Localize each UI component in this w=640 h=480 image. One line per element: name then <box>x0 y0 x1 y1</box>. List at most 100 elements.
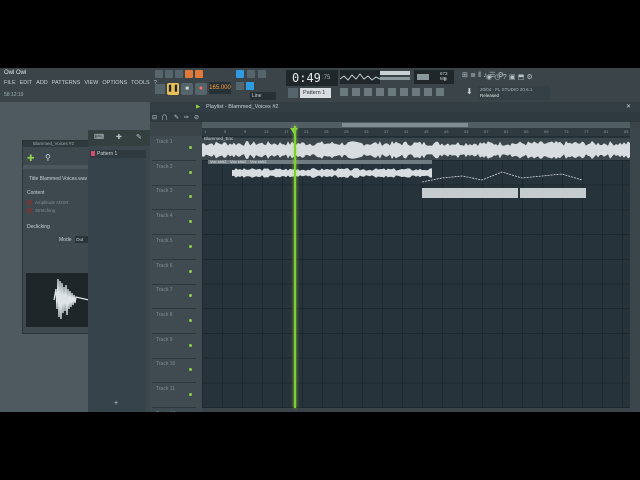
magnify-icon[interactable]: ⚲ <box>45 153 51 162</box>
track-header[interactable]: Track 10 <box>152 358 196 384</box>
stretch-checkbox[interactable] <box>27 208 32 213</box>
sample-filename[interactable]: Title Blammed Voices.wav <box>29 176 87 182</box>
channel-window-title[interactable]: Blammed_Voices #2 <box>23 141 89 147</box>
cpu-icon[interactable]: ◉ <box>486 73 492 81</box>
scrollbar-handle[interactable] <box>342 123 468 127</box>
time-display-box[interactable]: 0:49 :75 <box>286 70 338 86</box>
playlist-grid[interactable]: Blammed_Enc Voc sh#2 · Voc sh#2 · Voc sh… <box>202 126 630 408</box>
tool-draw-icon[interactable] <box>340 88 348 96</box>
audio-clip[interactable]: Blammed_Enc <box>202 136 630 160</box>
typing-keyboard-icon[interactable] <box>236 70 244 78</box>
tool-playback-icon[interactable] <box>436 88 444 96</box>
step-edit-icon[interactable] <box>247 70 255 78</box>
time-ruler[interactable]: 1 5 9 13 17 21 25 29 33 37 41 45 49 53 57 61 65 69 73 77 81 8… <box>202 128 630 136</box>
paint-tool-icon[interactable]: ✑ <box>184 114 189 121</box>
tempo-display[interactable]: 165.000 <box>209 82 231 94</box>
track-enable-led[interactable] <box>189 170 192 174</box>
playlist-arrow-icon[interactable]: ▶ <box>196 104 200 110</box>
track-enable-led[interactable] <box>189 294 192 298</box>
menu-edit[interactable]: EDIT <box>20 80 33 86</box>
metronome-icon[interactable] <box>175 70 183 78</box>
track-enable-led[interactable] <box>189 318 192 322</box>
menu-add[interactable]: ADD <box>36 80 48 86</box>
song-mode-icon[interactable] <box>155 70 163 78</box>
track-enable-led[interactable] <box>189 220 192 224</box>
picker-add-button[interactable]: + <box>114 400 118 407</box>
close-icon[interactable]: ✕ <box>626 103 631 110</box>
master-pitch-slider[interactable] <box>380 77 410 80</box>
tempo-tap-icon[interactable]: ◷ <box>494 73 500 81</box>
help-icon[interactable]: ? <box>503 74 507 81</box>
pattern-mode-icon[interactable] <box>165 70 173 78</box>
track-header[interactable]: Track 2 <box>152 161 196 186</box>
tool-select-icon[interactable] <box>412 88 420 96</box>
menu-file[interactable]: FILE <box>4 80 16 86</box>
track-enable-led[interactable] <box>189 195 192 199</box>
menu-tools[interactable]: TOOLS <box>131 80 150 86</box>
play-button[interactable]: ❚❚ <box>167 83 179 95</box>
playlist-window[interactable]: ▶ Playlist - Blammed_Voices #2 ✕ ⊟ ⋂ ✎ ✑… <box>150 102 640 412</box>
master-volume-slider[interactable] <box>380 71 410 75</box>
automation-clip[interactable] <box>421 168 586 198</box>
track-enable-led[interactable] <box>189 393 192 396</box>
draw-tool-icon[interactable]: ✎ <box>174 114 179 121</box>
audio-block-a[interactable] <box>422 188 518 198</box>
delete-tool-icon[interactable]: ⊘ <box>194 114 199 121</box>
track-enable-led[interactable] <box>189 368 192 372</box>
track-header[interactable]: Track 11 <box>152 383 196 408</box>
channel-settings-window[interactable]: Blammed_Voices #2 ✚ ⚲ Title Blammed Voic… <box>22 140 90 334</box>
settings-icon[interactable]: ⚙ <box>527 73 533 81</box>
menu-view[interactable]: VIEW <box>84 80 98 86</box>
countdown-icon[interactable] <box>195 70 203 78</box>
mixer-icon[interactable]: ⫴ <box>478 72 481 80</box>
track-enable-led[interactable] <box>189 343 192 347</box>
tool-mute-icon[interactable] <box>376 88 384 96</box>
piano-roll-icon[interactable]: ≣ <box>470 71 476 79</box>
track-header[interactable]: Track 8 <box>152 309 196 334</box>
pattern-song-toggle[interactable] <box>155 84 165 94</box>
picker-brush-icon[interactable]: ✎ <box>136 133 142 141</box>
track-enable-led[interactable] <box>189 146 192 149</box>
tool-slice-icon[interactable] <box>400 88 408 96</box>
menu-options[interactable]: OPTIONS <box>102 80 127 86</box>
loop-record-icon[interactable] <box>246 82 254 90</box>
playlist-icon[interactable]: ⊞ <box>462 71 468 79</box>
plugin-options-icon[interactable]: ✚ <box>27 153 35 164</box>
tool-delete-icon[interactable] <box>364 88 372 96</box>
snap-select[interactable]: Line <box>250 92 276 100</box>
track-header[interactable]: Track 9 <box>152 334 196 359</box>
record-button[interactable]: ● <box>195 83 207 95</box>
blend-notes-icon[interactable] <box>258 70 266 78</box>
playlist-menu-icon[interactable]: ⊟ <box>152 114 157 121</box>
amplitude-checkbox[interactable] <box>27 200 32 205</box>
picker-pattern-item[interactable]: Pattern 1 <box>90 150 146 158</box>
menu-patterns[interactable]: PATTERNS <box>52 80 81 86</box>
track-header[interactable]: Track 12 <box>152 408 196 412</box>
track-header[interactable]: Track 3 <box>152 185 196 211</box>
render-icon[interactable]: ⬒ <box>518 73 525 81</box>
record-mode-icon[interactable] <box>185 70 193 78</box>
track-enable-led[interactable] <box>189 269 192 273</box>
stop-button[interactable]: ■ <box>181 83 193 95</box>
audio-block-b[interactable] <box>520 188 586 198</box>
vertical-scrollbar[interactable] <box>632 128 640 412</box>
pattern-prev-button[interactable] <box>288 88 298 98</box>
tool-paint-icon[interactable] <box>352 88 360 96</box>
channel-tabs[interactable] <box>23 165 89 169</box>
save-icon[interactable]: ▣ <box>509 73 516 81</box>
track-header[interactable]: Track 6 <box>152 260 196 285</box>
track-enable-led[interactable] <box>189 244 192 248</box>
tool-zoom-icon[interactable] <box>424 88 432 96</box>
magnet-icon[interactable]: ⋂ <box>162 114 167 121</box>
vocal-clip[interactable]: Voc sh#2 · Voc sh#2 · Voc sh#2 <box>202 159 432 182</box>
tool-slip-icon[interactable] <box>388 88 396 96</box>
pattern-selector[interactable]: Pattern 1 <box>300 88 331 98</box>
track-header[interactable]: Track 5 <box>152 235 196 260</box>
wait-for-input-icon[interactable] <box>236 82 244 90</box>
track-header[interactable]: Track 1 <box>152 136 196 161</box>
track-header[interactable]: Track 7 <box>152 284 196 310</box>
picker-keyboard-icon[interactable]: ⌨ <box>94 133 104 141</box>
picker-add-icon[interactable]: ✚ <box>116 133 122 141</box>
track-header[interactable]: Track 4 <box>152 210 196 236</box>
playlist-titlebar[interactable]: ▶ Playlist - Blammed_Voices #2 ✕ <box>150 102 640 112</box>
